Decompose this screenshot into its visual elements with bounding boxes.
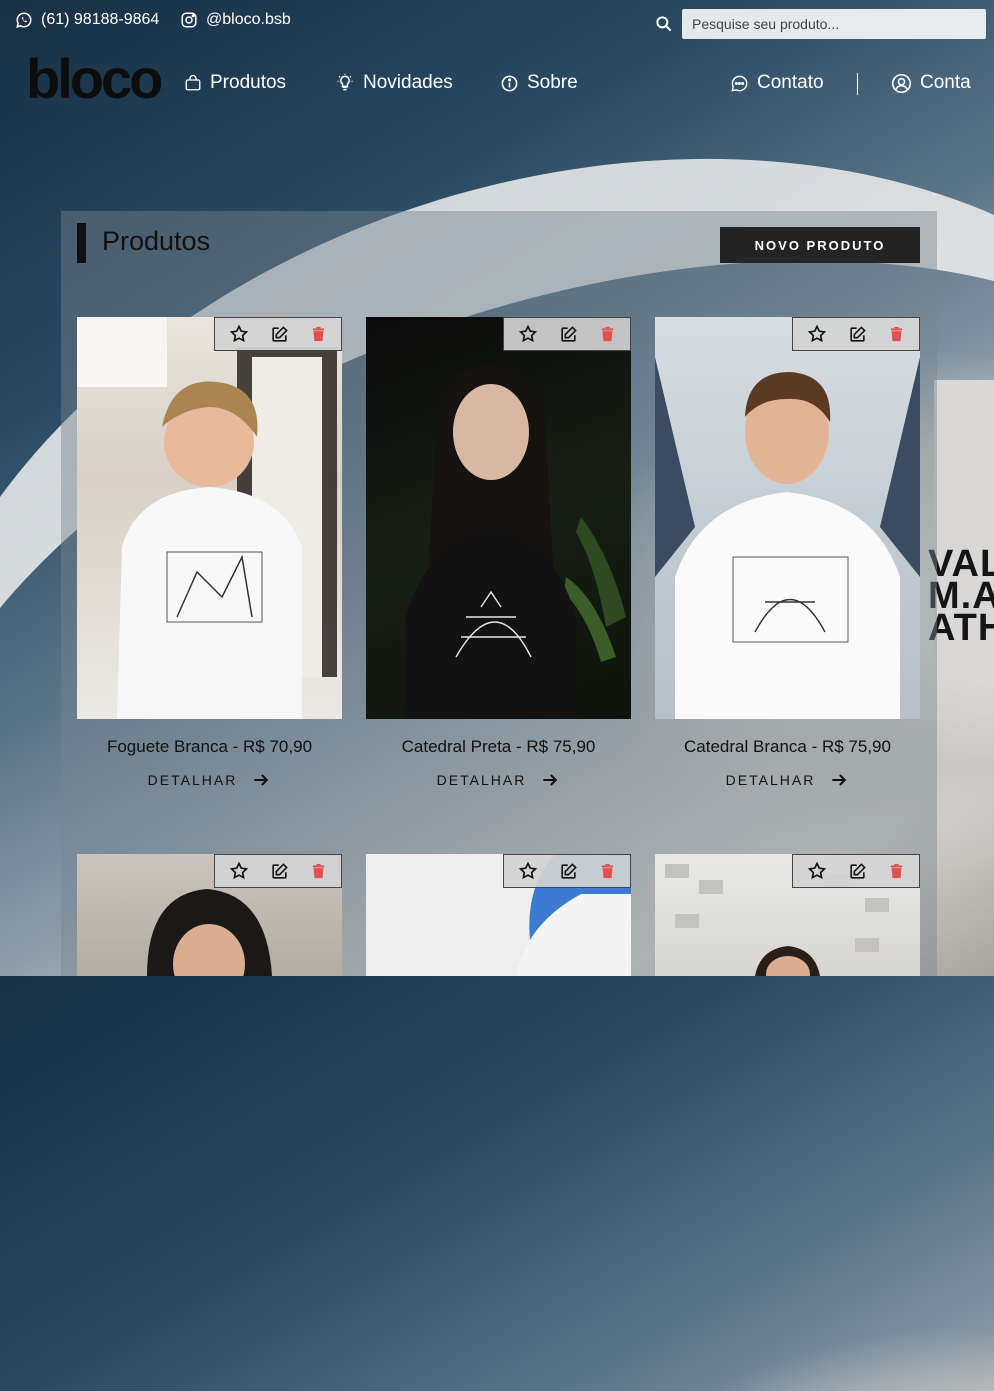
top-bar: (61) 98188-9864 @bloco.bsb — [0, 0, 994, 44]
title-accent-bar — [77, 223, 86, 263]
instagram-icon — [180, 11, 198, 29]
brand-logo[interactable]: bloco — [26, 46, 163, 111]
nav-conta-label: Conta — [920, 72, 971, 93]
product-actions — [792, 854, 920, 888]
edit-icon[interactable] — [848, 325, 867, 344]
edit-icon[interactable] — [559, 862, 578, 881]
detail-label: DETALHAR — [725, 772, 816, 788]
user-icon — [891, 73, 912, 94]
nav-divider — [857, 73, 858, 95]
detail-link[interactable]: DETALHAR — [366, 770, 631, 790]
background-wall-text: VAL M.A ATH — [928, 543, 994, 649]
delete-trash-icon[interactable] — [599, 862, 616, 880]
nav-contato-label: Contato — [757, 72, 824, 93]
favorite-star-icon[interactable] — [518, 324, 538, 344]
whatsapp-icon — [15, 11, 33, 29]
new-product-button[interactable]: NOVO PRODUTO — [720, 227, 920, 263]
edit-icon[interactable] — [848, 862, 867, 881]
product-actions — [503, 854, 631, 888]
delete-trash-icon[interactable] — [599, 325, 616, 343]
lightbulb-icon — [335, 73, 355, 93]
favorite-star-icon[interactable] — [518, 861, 538, 881]
edit-icon[interactable] — [270, 325, 289, 344]
nav-produtos[interactable]: Produtos — [184, 72, 286, 94]
arrow-right-icon — [251, 770, 271, 790]
nav-conta[interactable]: Conta — [891, 72, 971, 94]
product-name: Catedral Branca - R$ 75,90 — [684, 737, 891, 756]
detail-label: DETALHAR — [147, 772, 238, 788]
favorite-star-icon[interactable] — [229, 861, 249, 881]
bag-icon — [184, 74, 202, 92]
product-image[interactable] — [77, 317, 342, 719]
product-image[interactable] — [366, 317, 631, 719]
nav-novidades-label: Novidades — [363, 72, 453, 93]
nav-sobre[interactable]: Sobre — [500, 72, 578, 94]
detail-label: DETALHAR — [436, 772, 527, 788]
product-actions — [214, 317, 342, 351]
page-title: Produtos — [102, 226, 211, 256]
detail-link[interactable]: DETALHAR — [77, 770, 342, 790]
info-icon — [500, 74, 519, 93]
favorite-star-icon[interactable] — [229, 324, 249, 344]
arrow-right-icon — [829, 770, 849, 790]
detail-link[interactable]: DETALHAR — [655, 770, 920, 790]
phone-contact[interactable]: (61) 98188-9864 — [15, 11, 159, 29]
chat-icon — [730, 74, 749, 93]
product-image[interactable] — [655, 317, 920, 719]
search-icon[interactable] — [654, 14, 674, 39]
delete-trash-icon[interactable] — [888, 862, 905, 880]
nav-sobre-label: Sobre — [527, 72, 578, 93]
delete-trash-icon[interactable] — [310, 862, 327, 880]
nav-contato[interactable]: Contato — [730, 72, 824, 94]
product-actions — [503, 317, 631, 351]
edit-icon[interactable] — [559, 325, 578, 344]
delete-trash-icon[interactable] — [888, 325, 905, 343]
nav-produtos-label: Produtos — [210, 72, 287, 93]
product-actions — [792, 317, 920, 351]
nav-novidades[interactable]: Novidades — [335, 72, 453, 94]
instagram-handle: @bloco.bsb — [206, 11, 291, 28]
product-name: Catedral Preta - R$ 75,90 — [401, 737, 596, 756]
arrow-right-icon — [540, 770, 560, 790]
favorite-star-icon[interactable] — [807, 324, 827, 344]
search-input[interactable] — [682, 9, 986, 39]
favorite-star-icon[interactable] — [807, 861, 827, 881]
edit-icon[interactable] — [270, 862, 289, 881]
instagram-contact[interactable]: @bloco.bsb — [180, 11, 291, 29]
phone-number: (61) 98188-9864 — [41, 11, 160, 28]
product-actions — [214, 854, 342, 888]
delete-trash-icon[interactable] — [310, 325, 327, 343]
product-name: Foguete Branca - R$ 70,90 — [106, 737, 313, 756]
